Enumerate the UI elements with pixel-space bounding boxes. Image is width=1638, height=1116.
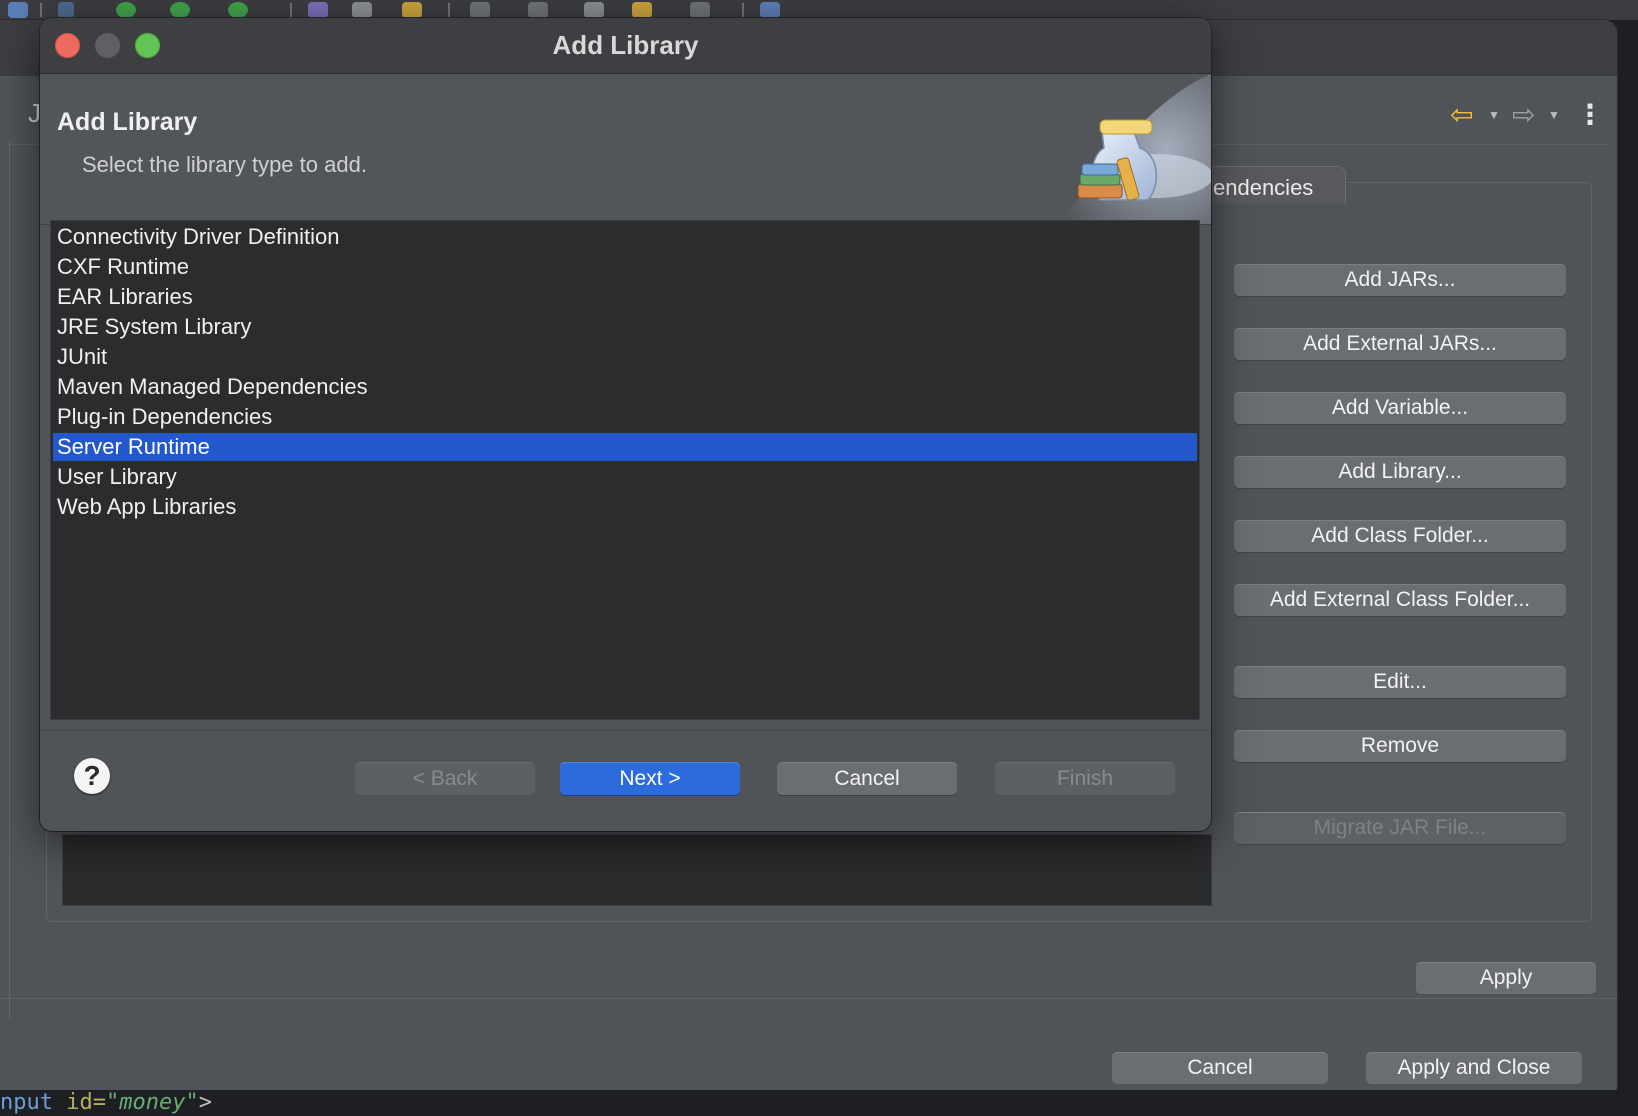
chevron-down-icon[interactable]: ▼ <box>1548 108 1560 122</box>
code-attribute: id= <box>66 1090 106 1115</box>
coverage-run-icon[interactable] <box>228 2 248 18</box>
debug-run-icon[interactable] <box>170 2 190 18</box>
new-package-icon[interactable] <box>308 2 328 18</box>
toolbar-tool-icon[interactable] <box>58 2 74 18</box>
add-variable-button[interactable]: Add Variable... <box>1234 392 1566 424</box>
cancel-button[interactable]: Cancel <box>1112 1052 1328 1084</box>
list-item[interactable]: CXF Runtime <box>53 253 1197 281</box>
properties-left-pane <box>0 140 10 1020</box>
code-tag-close: > <box>198 1090 212 1115</box>
code-editor-line[interactable]: nput id="money"> <box>0 1090 1638 1116</box>
list-item[interactable]: User Library <box>53 463 1197 491</box>
add-library-dialog: Add Library Add Library Select the libra… <box>40 18 1211 831</box>
code-value: "money" <box>105 1090 199 1115</box>
list-item[interactable]: JRE System Library <box>53 313 1197 341</box>
finish-button[interactable]: Finish <box>995 762 1175 795</box>
divider <box>0 998 1617 999</box>
toolbar-separator <box>742 3 744 17</box>
wizard-title: Add Library <box>57 108 198 136</box>
ide-toolbar <box>0 0 1638 20</box>
code-tag: nput <box>0 1090 53 1115</box>
add-jars-button[interactable]: Add JARs... <box>1234 264 1566 296</box>
library-jar-books-icon <box>1060 74 1211 224</box>
toolbar-separator <box>448 3 450 17</box>
run-icon[interactable] <box>116 2 136 18</box>
list-item[interactable]: JUnit <box>53 343 1197 371</box>
back-button[interactable]: < Back <box>355 762 535 795</box>
list-item[interactable]: EAR Libraries <box>53 283 1197 311</box>
add-library-button[interactable]: Add Library... <box>1234 456 1566 488</box>
toolbar-app-icon[interactable] <box>8 2 28 18</box>
dialog-titlebar: Add Library <box>40 18 1211 74</box>
kebab-menu-icon[interactable]: ⋮ <box>1576 98 1604 131</box>
classpath-list[interactable] <box>62 834 1212 906</box>
toolbar-perspective-icon[interactable] <box>760 2 780 18</box>
wizard-header: Add Library Select the library type to a… <box>40 74 1211 224</box>
toolbar-separator <box>40 3 42 17</box>
toolbar-back-icon[interactable] <box>632 2 652 18</box>
left-arrow-icon[interactable]: ⇦ <box>1450 98 1473 131</box>
toolbar-task-icon[interactable] <box>584 2 604 18</box>
next-button[interactable]: Next > <box>560 762 740 795</box>
cancel-button[interactable]: Cancel <box>777 762 957 795</box>
apply-button[interactable]: Apply <box>1416 962 1596 994</box>
right-arrow-icon[interactable]: ⇨ <box>1512 98 1535 131</box>
list-item[interactable]: Connectivity Driver Definition <box>53 223 1197 251</box>
migrate-jar-button[interactable]: Migrate JAR File... <box>1234 812 1566 844</box>
dialog-title: Add Library <box>552 30 699 60</box>
list-item-selected[interactable]: Server Runtime <box>53 433 1197 461</box>
toolbar-separator <box>290 3 292 17</box>
toolbar-nav-icon[interactable] <box>470 2 490 18</box>
list-item[interactable]: Plug-in Dependencies <box>53 403 1197 431</box>
divider <box>40 730 1211 731</box>
chevron-down-icon[interactable]: ▼ <box>1488 108 1500 122</box>
remove-button[interactable]: Remove <box>1234 730 1566 762</box>
search-tool-icon[interactable] <box>402 2 422 18</box>
list-item[interactable]: Web App Libraries <box>53 493 1197 521</box>
add-external-jars-button[interactable]: Add External JARs... <box>1234 328 1566 360</box>
new-class-icon[interactable] <box>352 2 372 18</box>
help-icon[interactable]: ? <box>74 758 110 794</box>
add-class-folder-button[interactable]: Add Class Folder... <box>1234 520 1566 552</box>
toolbar-window-icon[interactable] <box>528 2 548 18</box>
wizard-description: Select the library type to add. <box>82 152 367 177</box>
list-item[interactable]: Maven Managed Dependencies <box>53 373 1197 401</box>
add-external-class-folder-button[interactable]: Add External Class Folder... <box>1234 584 1566 616</box>
library-type-list[interactable]: Connectivity Driver Definition CXF Runti… <box>50 220 1200 720</box>
edit-button[interactable]: Edit... <box>1234 666 1566 698</box>
toolbar-forward-icon[interactable] <box>690 2 710 18</box>
apply-and-close-button[interactable]: Apply and Close <box>1366 1052 1582 1084</box>
